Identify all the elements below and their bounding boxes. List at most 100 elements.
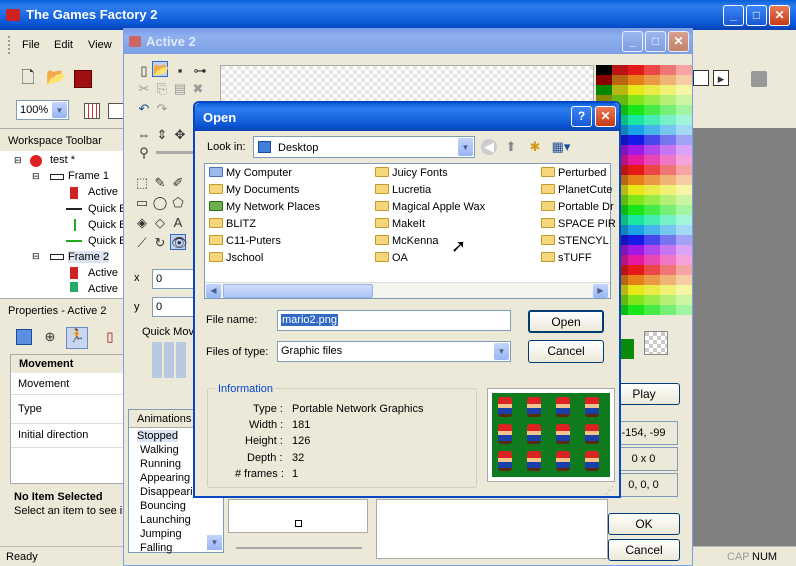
palette-swatch[interactable]	[628, 155, 644, 165]
palette-swatch[interactable]	[628, 245, 644, 255]
redo-icon[interactable]: ↷	[154, 101, 170, 117]
new-folder-icon[interactable]: ✱	[527, 139, 543, 155]
palette-swatch[interactable]	[644, 65, 660, 75]
palette-swatch[interactable]	[676, 265, 692, 275]
palette-swatch[interactable]	[612, 75, 628, 85]
palette-swatch[interactable]	[660, 255, 676, 265]
select-icon[interactable]: ⬚	[134, 175, 150, 191]
file-jschool[interactable]: Jschool	[209, 252, 263, 264]
dialog-cancel-button[interactable]: Cancel	[528, 340, 604, 363]
file-makeit[interactable]: MakeIt	[375, 218, 425, 230]
palette-swatch[interactable]	[660, 285, 676, 295]
line-icon[interactable]: ⟋	[134, 235, 150, 251]
palette-swatch[interactable]	[644, 135, 660, 145]
palette-swatch[interactable]	[628, 65, 644, 75]
palette-swatch[interactable]	[628, 255, 644, 265]
eye-icon[interactable]: 👁	[170, 234, 188, 250]
palette-swatch[interactable]	[676, 245, 692, 255]
palette-swatch[interactable]	[660, 185, 676, 195]
anim-jumping[interactable]: Jumping	[140, 528, 182, 540]
display-tab-icon[interactable]: ⊕	[42, 329, 58, 345]
view-menu-icon[interactable]: ▦▾	[549, 139, 573, 155]
palette-swatch[interactable]	[612, 85, 628, 95]
palette-swatch[interactable]	[660, 135, 676, 145]
tree-item-frame1[interactable]: Frame 1	[68, 170, 109, 182]
palette-swatch[interactable]	[676, 205, 692, 215]
tree-item-quick3[interactable]: Quick B	[88, 235, 127, 247]
file-my-computer[interactable]: My Computer	[209, 167, 292, 179]
palette-swatch[interactable]	[628, 175, 644, 185]
direction-grid[interactable]	[152, 342, 188, 378]
palette-swatch[interactable]	[644, 185, 660, 195]
tree-item-active3[interactable]: Active	[88, 283, 118, 295]
palette-swatch[interactable]	[676, 215, 692, 225]
menu-file[interactable]: File	[22, 39, 40, 51]
palette-swatch[interactable]	[644, 225, 660, 235]
anim-scroll-down[interactable]: ▼	[207, 535, 222, 550]
cut-icon[interactable]: ✂	[136, 81, 152, 97]
palette-swatch[interactable]	[676, 75, 692, 85]
tree-item-quick1[interactable]: Quick B	[88, 203, 127, 215]
undo-icon[interactable]: ↶	[136, 101, 152, 117]
palette-swatch[interactable]	[660, 305, 676, 315]
palette-swatch[interactable]	[644, 235, 660, 245]
palette-swatch[interactable]	[676, 145, 692, 155]
palette-swatch[interactable]	[676, 155, 692, 165]
up-folder-icon[interactable]: ⬆	[503, 139, 519, 155]
anim-bouncing[interactable]: Bouncing	[140, 500, 186, 512]
editor-maximize-button[interactable]: □	[645, 31, 666, 52]
palette-swatch[interactable]	[676, 295, 692, 305]
file-blitz[interactable]: BLITZ	[209, 218, 256, 230]
palette-swatch[interactable]	[644, 95, 660, 105]
palette-swatch[interactable]	[628, 125, 644, 135]
palette-swatch[interactable]	[676, 175, 692, 185]
palette-swatch[interactable]	[644, 75, 660, 85]
frame-icon[interactable]	[693, 70, 709, 86]
tree-item-active[interactable]: Active	[88, 186, 118, 198]
grid-icon[interactable]	[84, 103, 100, 119]
filename-input[interactable]: mario2.png	[277, 310, 511, 331]
file-stuff[interactable]: sTUFF	[541, 252, 592, 264]
flip-h-icon[interactable]: ⇔	[136, 127, 152, 143]
speed-slider[interactable]	[236, 547, 362, 549]
palette-swatch[interactable]	[676, 65, 692, 75]
palette-swatch[interactable]	[644, 295, 660, 305]
palette-swatch[interactable]	[676, 135, 692, 145]
file-stencyl[interactable]: STENCYL	[541, 235, 609, 247]
prop-initial-direction[interactable]: Initial direction	[18, 429, 126, 441]
fill-icon[interactable]: ◈	[134, 215, 150, 231]
paste-icon[interactable]: ▤	[172, 81, 188, 97]
palette-swatch[interactable]	[644, 205, 660, 215]
palette-swatch[interactable]	[644, 275, 660, 285]
rotate-icon[interactable]: ✥	[172, 127, 188, 143]
palette-swatch[interactable]	[644, 155, 660, 165]
main-maximize-button[interactable]: □	[746, 5, 767, 26]
tree-item-frame2[interactable]: Frame 2	[68, 251, 109, 263]
open-button[interactable]: Open	[528, 310, 604, 333]
tree-expander[interactable]: ⊟	[32, 251, 40, 262]
flip-v-icon[interactable]: ⇕	[154, 127, 170, 143]
palette-swatch[interactable]	[628, 135, 644, 145]
file-my-network-places[interactable]: My Network Places	[209, 201, 320, 213]
palette-swatch[interactable]	[660, 175, 676, 185]
open-folder-icon[interactable]: 📂	[46, 70, 66, 86]
save-icon[interactable]	[74, 70, 92, 88]
ok-button[interactable]: OK	[608, 513, 680, 535]
palette-swatch[interactable]	[660, 75, 676, 85]
palette-swatch[interactable]	[628, 285, 644, 295]
new-file-icon[interactable]: 🗋	[20, 69, 36, 86]
palette-swatch[interactable]	[644, 125, 660, 135]
palette-swatch[interactable]	[644, 215, 660, 225]
polygon-icon[interactable]: ⬠	[170, 195, 186, 211]
palette-swatch[interactable]	[660, 165, 676, 175]
ellipse-icon[interactable]: ◯	[152, 195, 168, 211]
save-icon[interactable]: ▪	[172, 63, 188, 79]
palette-swatch[interactable]	[628, 75, 644, 85]
filetype-select[interactable]: Graphic files ▼	[277, 341, 511, 362]
palette-swatch[interactable]	[628, 115, 644, 125]
palette-swatch[interactable]	[628, 195, 644, 205]
file-juicy-fonts[interactable]: Juicy Fonts	[375, 167, 448, 179]
events-tab-icon[interactable]: ▯	[102, 329, 118, 345]
file-oa[interactable]: OA	[375, 252, 408, 264]
palette-swatch[interactable]	[660, 195, 676, 205]
